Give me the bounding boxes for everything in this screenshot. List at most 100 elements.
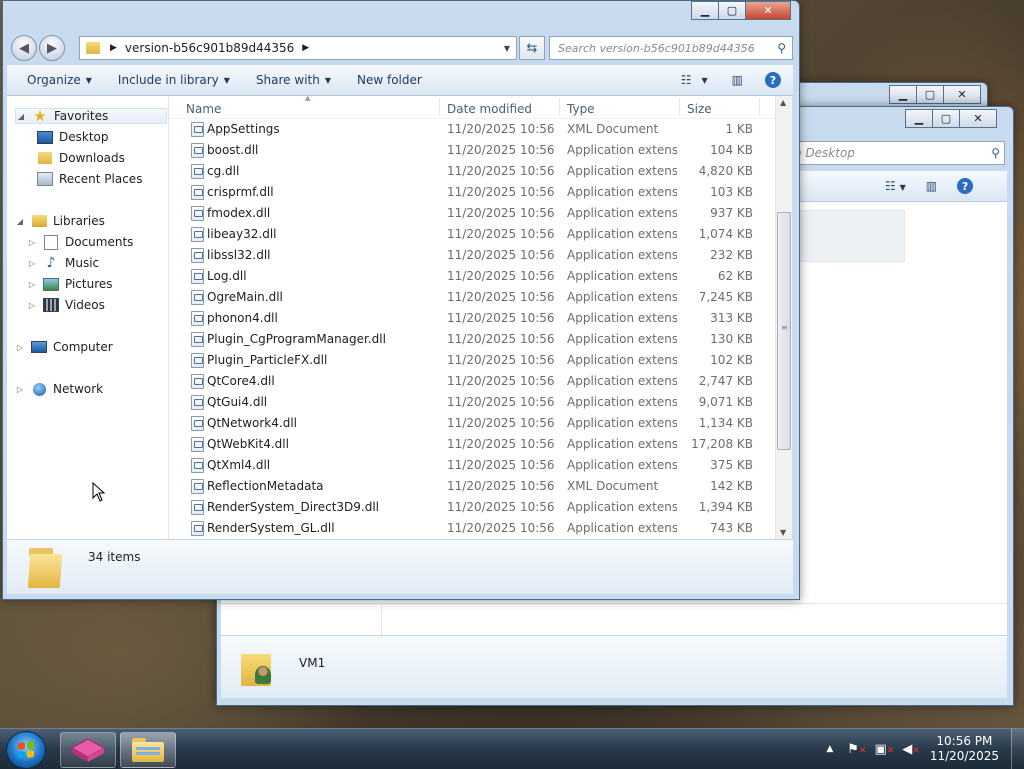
new-folder-button[interactable]: New folder xyxy=(347,73,432,87)
file-row[interactable]: cg.dll 11/20/2025 10:56 ... Application ex… xyxy=(189,161,775,182)
back-button[interactable]: ◀ xyxy=(11,35,37,61)
show-desktop-button[interactable] xyxy=(1011,729,1024,769)
file-row[interactable]: Plugin_CgProgramManager.dll 11/20/2025 10… xyxy=(189,329,775,350)
volume-muted-icon[interactable]: ◀✕ xyxy=(902,742,920,757)
nav-computer[interactable]: ▷ Computer xyxy=(15,340,113,354)
organize-button[interactable]: Organize ▼ xyxy=(17,73,102,87)
explorer-window[interactable]: ▁ ▢ ✕ ◀ ▶ ▶ version-b56c901b89d44356 ▶ ▼… xyxy=(2,0,800,600)
file-row[interactable]: QtWebKit4.dll 11/20/2025 10:56 ... Applica… xyxy=(189,434,775,455)
bg-search-input[interactable]: h Desktop ⚲ xyxy=(791,141,1005,165)
nav-recent-places[interactable]: Recent Places xyxy=(37,172,142,186)
column-type[interactable]: Type xyxy=(567,102,595,116)
file-row[interactable]: QtNetwork4.dll 11/20/2025 10:56 ... Applic… xyxy=(189,413,775,434)
nav-network[interactable]: ▷ Network xyxy=(15,382,103,396)
preview-pane-icon[interactable]: ▥ xyxy=(926,179,937,193)
nav-documents[interactable]: ▷ Documents xyxy=(27,234,133,250)
close-button[interactable]: ✕ xyxy=(944,85,981,104)
nav-videos[interactable]: ▷ Videos xyxy=(27,298,105,312)
start-button[interactable] xyxy=(6,731,46,769)
refresh-button[interactable]: ⇆ xyxy=(519,36,545,60)
address-dropdown-icon[interactable]: ▼ xyxy=(504,44,510,53)
show-hidden-icons-icon[interactable]: ▲ xyxy=(826,744,833,754)
file-row[interactable]: boost.dll 11/20/2025 10:56 ... Application… xyxy=(189,140,775,161)
file-row[interactable]: phonon4.dll 11/20/2025 10:56 ... Applicati… xyxy=(189,308,775,329)
column-name[interactable]: Name xyxy=(186,102,221,116)
file-row[interactable]: ReflectionMetadata 11/20/2025 10:56 ... XM… xyxy=(189,476,775,497)
bg-selected-item[interactable] xyxy=(799,210,905,262)
clock[interactable]: 10:56 PM 11/20/2025 xyxy=(930,734,999,764)
include-in-library-button[interactable]: Include in library ▼ xyxy=(108,73,240,87)
taskbar-explorer-button[interactable] xyxy=(120,732,176,768)
file-row[interactable]: libeay32.dll 11/20/2025 10:56 ... Applicat… xyxy=(189,224,775,245)
details-item-name: VM1 xyxy=(299,656,326,670)
expand-arrow-icon[interactable]: ▷ xyxy=(27,259,37,268)
nav-desktop[interactable]: Desktop xyxy=(37,130,109,144)
taskbar-app-button[interactable] xyxy=(60,732,116,768)
action-center-flag-icon[interactable]: ⚑✕ xyxy=(847,742,866,757)
nav-libraries[interactable]: ◢ Libraries xyxy=(15,214,105,228)
file-row[interactable]: QtCore4.dll 11/20/2025 10:56 ... Applicati… xyxy=(189,371,775,392)
collapse-arrow-icon[interactable]: ◢ xyxy=(16,112,26,121)
expand-arrow-icon[interactable]: ▷ xyxy=(15,343,25,352)
preview-pane-icon[interactable]: ▥ xyxy=(732,73,743,87)
network-status-icon[interactable]: ▣✕ xyxy=(874,742,894,757)
expand-arrow-icon[interactable]: ▷ xyxy=(27,238,37,247)
windows-logo-icon xyxy=(18,741,34,759)
file-row[interactable]: RenderSystem_Direct3D9.dll 11/20/2025 10:… xyxy=(189,497,775,518)
view-icon[interactable]: ☷ ▼ xyxy=(885,179,906,193)
expand-arrow-icon[interactable]: ▷ xyxy=(27,301,37,310)
file-row[interactable]: RenderSystem_GL.dll 11/20/2025 10:56 ... A… xyxy=(189,518,775,539)
maximize-button[interactable]: ▢ xyxy=(917,85,944,104)
scroll-down-arrow-icon[interactable]: ▼ xyxy=(780,528,786,537)
file-row[interactable]: libssl32.dll 11/20/2025 10:56 ... Applicat… xyxy=(189,245,775,266)
address-path[interactable]: version-b56c901b89d44356 xyxy=(125,41,294,55)
nav-desktop-label: Desktop xyxy=(59,130,109,144)
nav-favorites[interactable]: ◢ ★ Favorites xyxy=(15,107,167,125)
file-icon xyxy=(191,395,204,410)
chevron-down-icon[interactable]: ▼ xyxy=(702,76,708,85)
minimize-button[interactable]: ▁ xyxy=(905,109,933,128)
forward-button[interactable]: ▶ xyxy=(39,35,65,61)
help-icon[interactable]: ? xyxy=(765,72,781,88)
nav-downloads[interactable]: Downloads xyxy=(37,151,125,165)
app-cube-icon xyxy=(70,738,106,762)
file-type: Application extens... xyxy=(567,332,677,346)
maximize-button[interactable]: ▢ xyxy=(933,109,960,128)
close-button[interactable]: ✕ xyxy=(960,109,997,128)
column-size[interactable]: Size xyxy=(687,102,712,116)
file-name: Plugin_CgProgramManager.dll xyxy=(207,332,386,346)
vertical-scrollbar[interactable]: ▲ ≡ ▼ xyxy=(775,96,792,539)
file-row[interactable]: OgreMain.dll 11/20/2025 10:56 ... Applicat… xyxy=(189,287,775,308)
file-row[interactable]: AppSettings 11/20/2025 10:56 ... XML Docum… xyxy=(189,119,775,140)
file-date-modified: 11/20/2025 10:56 ... xyxy=(447,458,559,472)
address-bar[interactable]: ▶ version-b56c901b89d44356 ▶ ▼ xyxy=(79,36,517,60)
maximize-button[interactable]: ▢ xyxy=(719,1,746,20)
nav-music-label: Music xyxy=(65,256,100,270)
nav-pictures[interactable]: ▷ Pictures xyxy=(27,277,113,291)
nav-music[interactable]: ▷ ♪ Music xyxy=(27,255,100,271)
minimize-button[interactable]: ▁ xyxy=(691,1,719,20)
breadcrumb-arrow-icon[interactable]: ▶ xyxy=(110,43,117,53)
change-view-icon[interactable]: ☷ xyxy=(681,73,692,87)
collapse-arrow-icon[interactable]: ◢ xyxy=(15,217,25,226)
help-icon[interactable]: ? xyxy=(957,178,974,194)
file-row[interactable]: crisprmf.dll 11/20/2025 10:56 ... Applicat… xyxy=(189,182,775,203)
file-row[interactable]: QtGui4.dll 11/20/2025 10:56 ... Applicatio… xyxy=(189,392,775,413)
share-with-button[interactable]: Share with ▼ xyxy=(246,73,341,87)
column-date-modified[interactable]: Date modified xyxy=(447,102,532,116)
scrollbar-thumb[interactable]: ≡ xyxy=(777,212,791,450)
file-row[interactable]: fmodex.dll 11/20/2025 10:56 ... Applicatio… xyxy=(189,203,775,224)
file-date-modified: 11/20/2025 10:56 ... xyxy=(447,206,559,220)
file-name: libssl32.dll xyxy=(207,248,271,262)
close-button[interactable]: ✕ xyxy=(746,1,791,20)
file-row[interactable]: Log.dll 11/20/2025 10:56 ... Application e… xyxy=(189,266,775,287)
scroll-up-arrow-icon[interactable]: ▲ xyxy=(780,98,786,107)
file-row[interactable]: QtXml4.dll 11/20/2025 10:56 ... Applicatio… xyxy=(189,455,775,476)
search-input[interactable]: Search version-b56c901b89d44356 ⚲ xyxy=(549,36,793,60)
expand-arrow-icon[interactable]: ▷ xyxy=(15,385,25,394)
breadcrumb-arrow-icon[interactable]: ▶ xyxy=(302,43,309,53)
file-row[interactable]: Plugin_ParticleFX.dll 11/20/2025 10:56 ..… xyxy=(189,350,775,371)
expand-arrow-icon[interactable]: ▷ xyxy=(27,280,37,289)
file-name: ReflectionMetadata xyxy=(207,479,324,493)
minimize-button[interactable]: ▁ xyxy=(889,85,917,104)
